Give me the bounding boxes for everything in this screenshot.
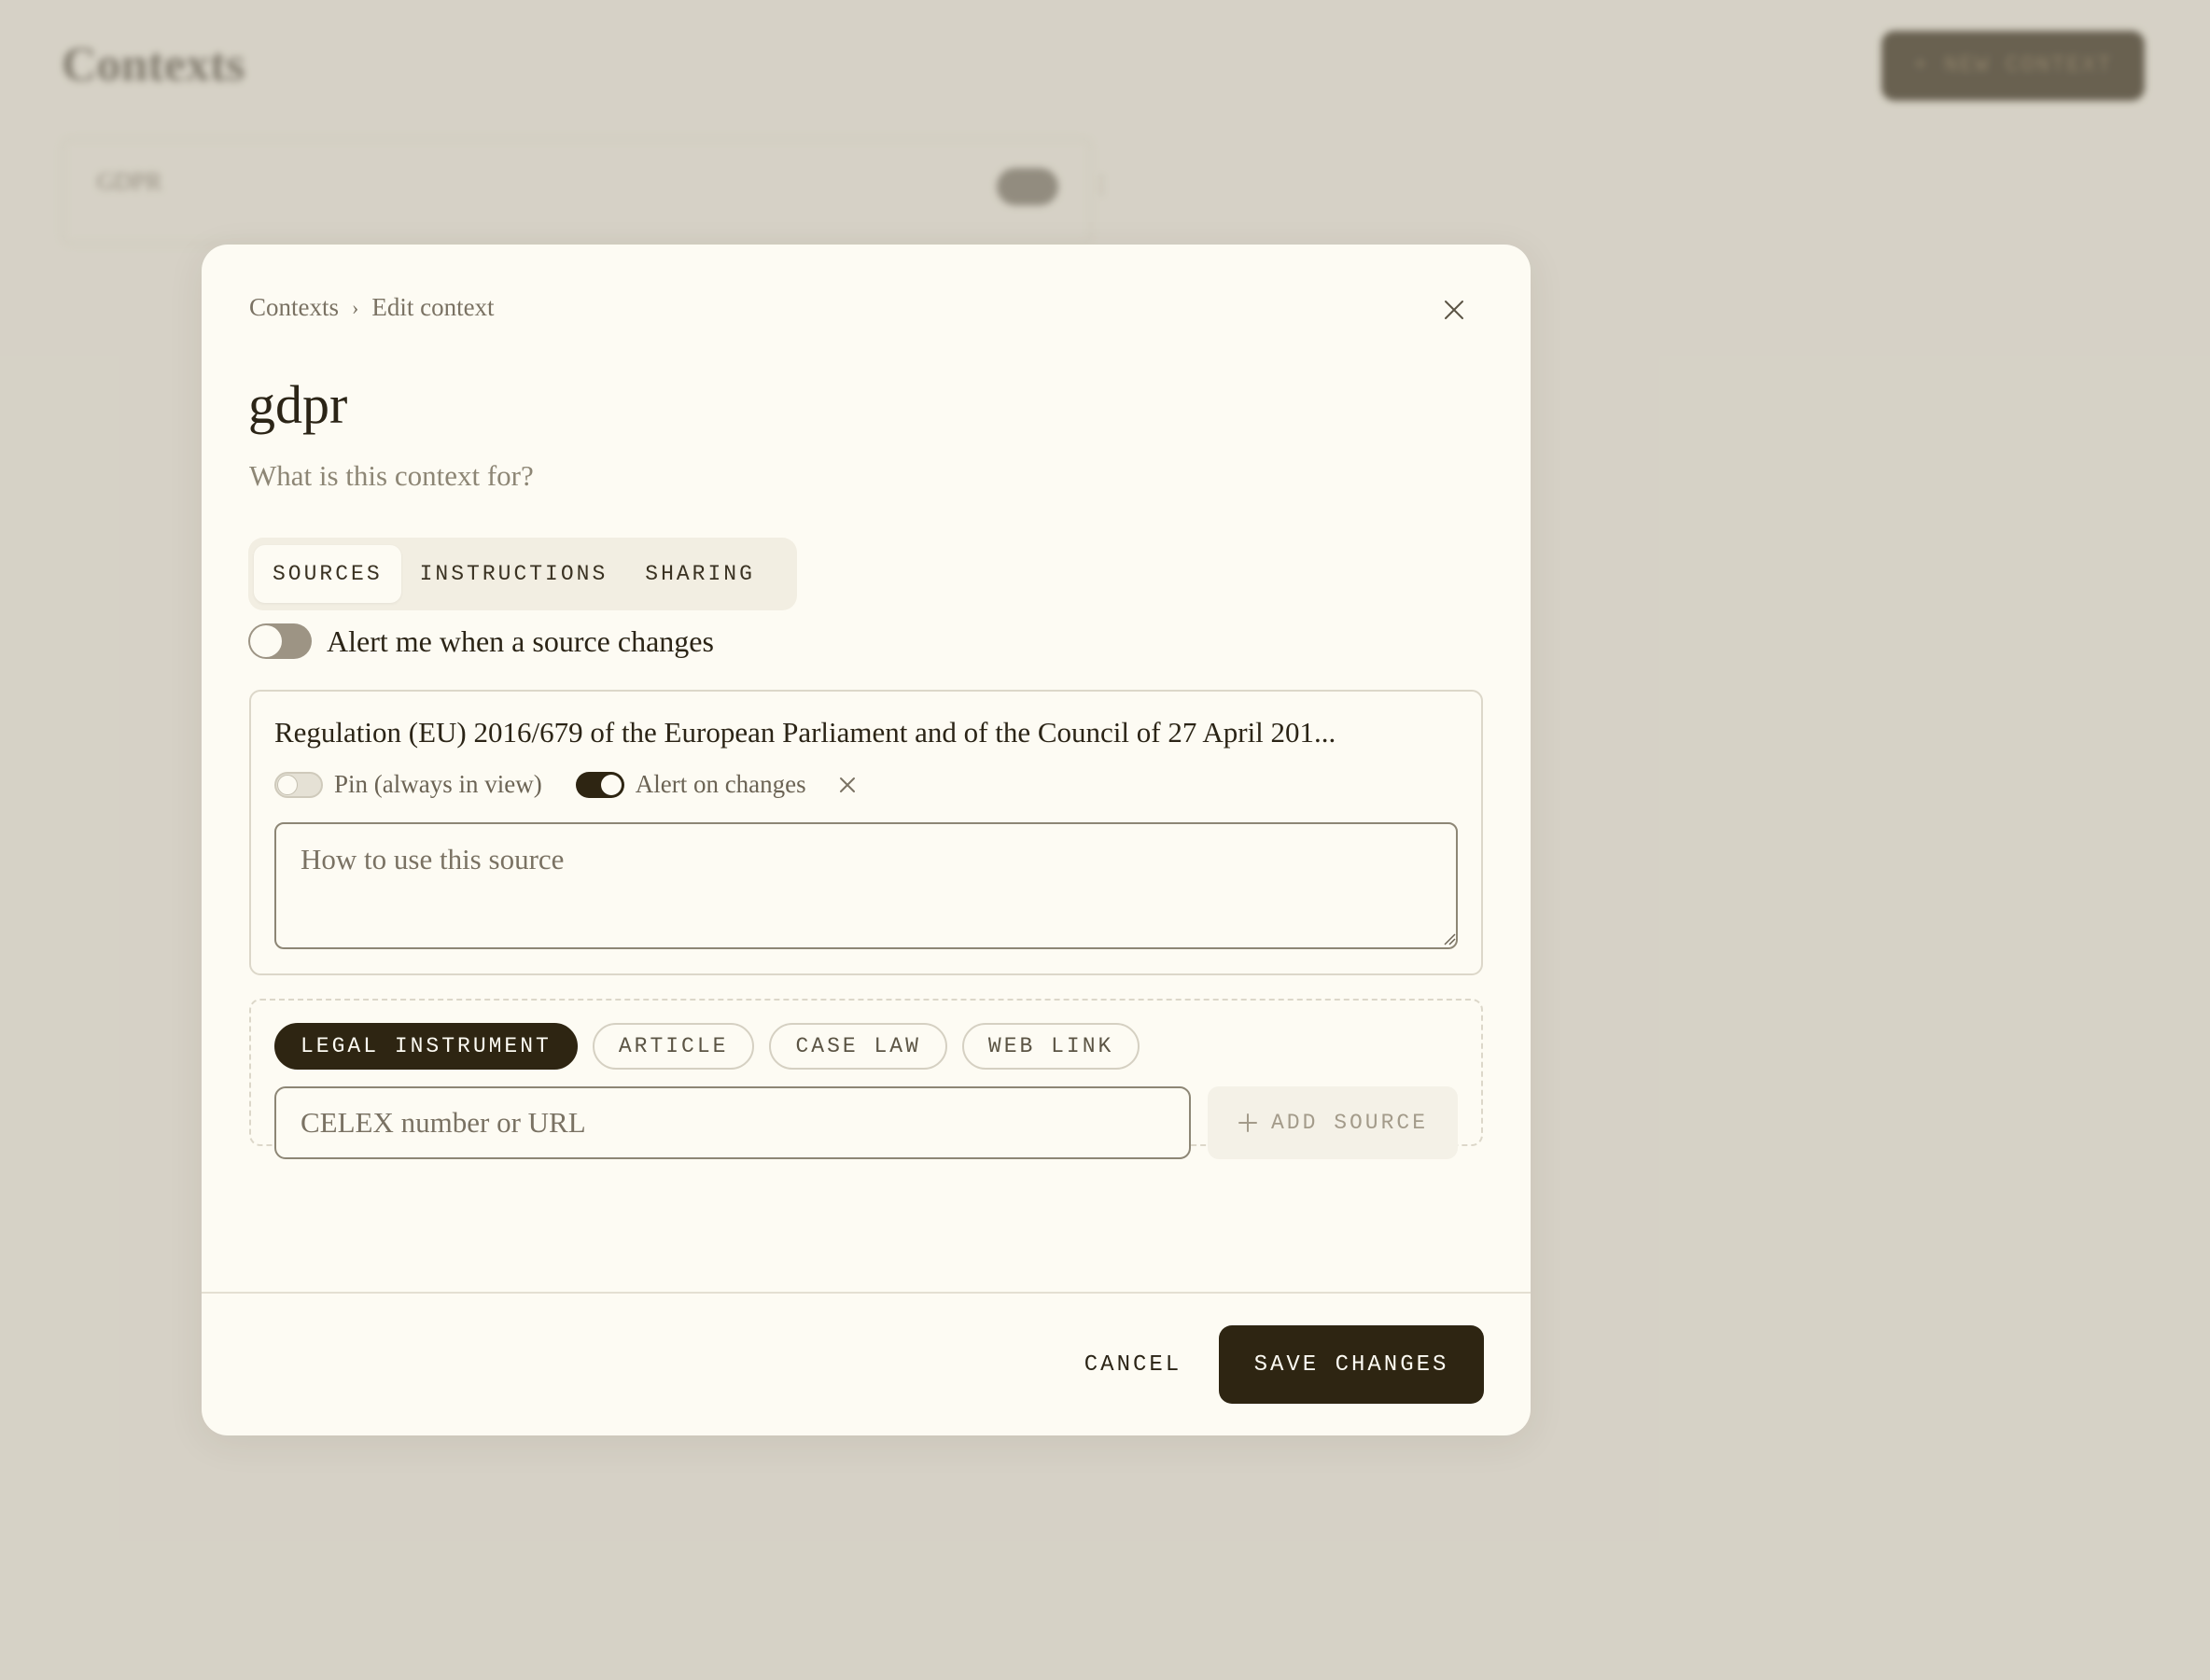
breadcrumb-separator: ›	[352, 295, 359, 319]
celex-url-input[interactable]	[274, 1086, 1191, 1159]
source-usage-notes[interactable]	[274, 822, 1458, 949]
source-type-selector: LEGAL INSTRUMENT ARTICLE CASE LAW WEB LI…	[274, 1023, 1140, 1070]
tab-bar: SOURCES INSTRUCTIONS SHARING	[248, 538, 797, 610]
pin-label: Pin (always in view)	[334, 770, 542, 798]
source-type-web-link[interactable]: WEB LINK	[961, 1023, 1140, 1070]
source-type-article[interactable]: ARTICLE	[592, 1023, 755, 1070]
footer-divider	[202, 1292, 1531, 1294]
close-icon	[839, 777, 855, 792]
toggle-knob	[277, 774, 298, 795]
tab-sources[interactable]: SOURCES	[254, 545, 401, 603]
alert-source-changes-label: Alert me when a source changes	[327, 623, 714, 658]
alert-on-changes-label: Alert on changes	[635, 770, 806, 798]
resize-handle-icon[interactable]	[1443, 932, 1456, 945]
save-changes-button[interactable]: SAVE CHANGES	[1219, 1325, 1484, 1404]
cancel-button[interactable]: CANCEL	[1055, 1325, 1211, 1404]
alert-source-changes-toggle[interactable]	[248, 623, 312, 659]
alert-setting-row: Alert me when a source changes	[248, 623, 714, 659]
tab-sharing[interactable]: SHARING	[626, 545, 774, 603]
close-icon	[1445, 301, 1463, 319]
toggle-knob	[600, 774, 622, 795]
add-source-button[interactable]: ADD SOURCE	[1208, 1086, 1458, 1159]
source-card: Regulation (EU) 2016/679 of the European…	[249, 690, 1483, 975]
context-description-field[interactable]: What is this context for?	[249, 459, 534, 493]
pin-toggle[interactable]	[274, 771, 323, 798]
toggle-knob	[250, 625, 282, 657]
add-source-label: ADD SOURCE	[1270, 1111, 1429, 1135]
context-name[interactable]: gdpr	[248, 373, 347, 436]
add-source-panel: LEGAL INSTRUMENT ARTICLE CASE LAW WEB LI…	[249, 999, 1483, 1159]
source-options: Pin (always in view) Alert on changes	[274, 770, 860, 799]
plus-icon	[1238, 1113, 1257, 1132]
source-title: Regulation (EU) 2016/679 of the European…	[274, 716, 1336, 749]
remove-source-button[interactable]	[834, 772, 860, 798]
source-type-legal-instrument[interactable]: LEGAL INSTRUMENT	[274, 1023, 578, 1070]
tab-instructions[interactable]: INSTRUCTIONS	[401, 545, 627, 603]
breadcrumb-contexts-link[interactable]: Contexts	[249, 293, 339, 322]
close-button[interactable]	[1435, 291, 1473, 329]
breadcrumb-current: Edit context	[371, 293, 495, 321]
breadcrumb: Contexts › Edit context	[249, 293, 495, 322]
edit-context-dialog: Contexts › Edit context gdpr What is thi…	[202, 245, 1531, 1435]
alert-on-changes-toggle[interactable]	[575, 771, 624, 798]
source-type-case-law[interactable]: CASE LAW	[769, 1023, 947, 1070]
